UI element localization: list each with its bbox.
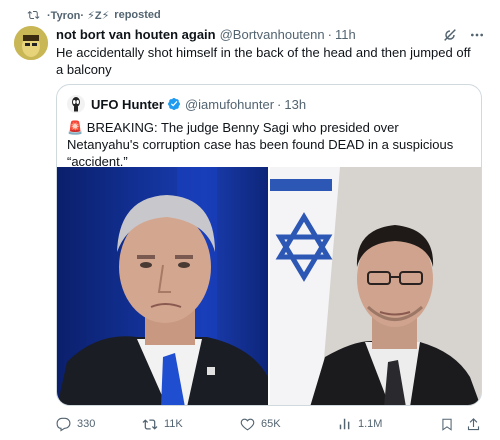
verified-badge-icon [167, 98, 180, 110]
views-count: 1.1M [358, 418, 383, 430]
repost-icon [27, 10, 40, 20]
retweet-button[interactable]: 11K [142, 417, 240, 432]
bookmark-button[interactable] [440, 417, 466, 432]
tweet-text: He accidentally shot himself in the back… [56, 45, 471, 77]
quoted-text: 🚨 BREAKING: The judge Benny Sagi who pre… [67, 120, 454, 169]
quoted-time[interactable]: 13h [284, 97, 306, 112]
quoted-author-handle[interactable]: @iamufohunter [185, 97, 274, 112]
share-button[interactable] [466, 417, 486, 432]
quoted-media[interactable] [57, 167, 481, 405]
author-name[interactable]: not bort van houten again [56, 27, 216, 42]
quoted-author-name[interactable]: UFO Hunter [91, 97, 164, 112]
action-bar: 330 11K 65K 1.1M [56, 416, 486, 432]
quoted-avatar[interactable] [67, 95, 85, 113]
avatar[interactable] [14, 26, 48, 60]
quoted-tweet-header: UFO Hunter @iamufohunter · 13h [67, 95, 306, 113]
reply-count: 330 [77, 418, 96, 430]
views-icon [339, 418, 350, 430]
grok-icon[interactable] [442, 27, 458, 43]
retweet-count: 11K [164, 418, 183, 430]
bookmark-icon [442, 418, 452, 431]
retweet-icon [142, 418, 158, 430]
repost-user: ·Tyron· ⚡Z⚡ [47, 9, 110, 22]
like-count: 65K [261, 418, 281, 430]
reply-icon [56, 417, 71, 431]
author-handle[interactable]: @Bortvanhoutenn [220, 27, 325, 42]
photo-right[interactable] [270, 167, 481, 405]
tweet-header: not bort van houten again @Bortvanhouten… [56, 26, 486, 43]
share-icon [467, 417, 480, 430]
like-icon [240, 418, 255, 430]
tweet-time[interactable]: 11h [335, 27, 356, 42]
repost-indicator[interactable]: ·Tyron· ⚡Z⚡ reposted [27, 8, 161, 22]
repost-label: reposted [114, 9, 161, 21]
quoted-tweet[interactable]: UFO Hunter @iamufohunter · 13h 🚨 BREAKIN… [56, 84, 482, 406]
more-icon[interactable] [468, 27, 486, 43]
photo-left[interactable] [57, 167, 268, 405]
like-button[interactable]: 65K [240, 417, 338, 432]
reply-button[interactable]: 330 [56, 417, 142, 432]
views-button[interactable]: 1.1M [338, 417, 440, 431]
